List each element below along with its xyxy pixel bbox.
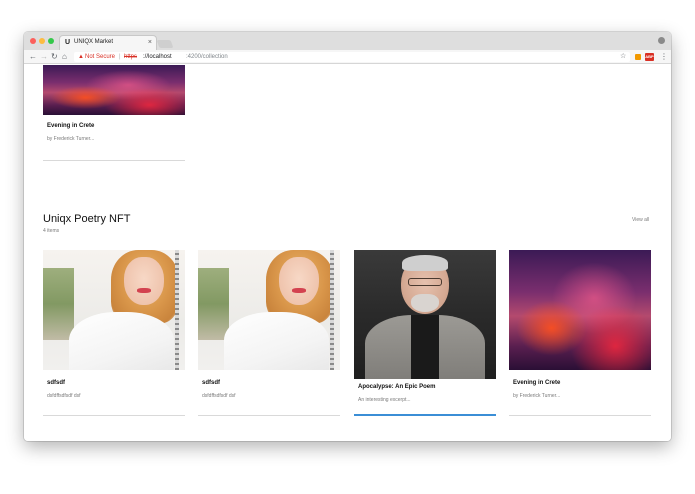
tab-close-icon[interactable]: ×: [148, 38, 152, 47]
forward-arrow-icon[interactable]: →: [40, 51, 48, 63]
top-nft-card[interactable]: Evening in Crete by Frederick Turner...: [43, 65, 185, 195]
card-image: [43, 250, 185, 370]
card-divider: [509, 415, 651, 416]
card-divider: [43, 415, 185, 416]
card-title: Evening in Crete: [513, 380, 561, 386]
card-title: sdfsdf: [202, 380, 220, 386]
browser-toolbar: ← → ↻ ⌂ ▲ Not Secure | https ://localhos…: [24, 50, 671, 64]
crete-artwork: [43, 65, 185, 115]
url-scheme: https: [124, 54, 138, 60]
profile-icon[interactable]: [658, 37, 665, 44]
section-title: Uniqx Poetry NFT: [43, 213, 131, 225]
reload-icon[interactable]: ↻: [51, 51, 58, 63]
nft-card[interactable]: sdfsdf dsfdffsdfsdf dsf: [43, 250, 185, 420]
nft-card[interactable]: sdfsdf dsfdffsdfsdf dsf: [198, 250, 340, 420]
tab-title: UNIQX Market: [74, 39, 114, 45]
section-item-count: 4 items: [43, 228, 60, 234]
minimize-window-button[interactable]: [39, 38, 45, 44]
maximize-window-button[interactable]: [48, 38, 54, 44]
collection-page: Evening in Crete by Frederick Turner... …: [24, 65, 671, 441]
crete-artwork: [509, 250, 651, 370]
card-subtitle: by Frederick Turner...: [513, 393, 561, 399]
bookmark-star-icon[interactable]: ☆: [620, 51, 626, 63]
url-host: ://localhost: [143, 54, 172, 60]
warning-icon: ▲: [78, 54, 84, 60]
portrait-artwork: [43, 250, 185, 370]
card-subtitle: dsfdffsdfsdf dsf: [202, 393, 236, 399]
close-window-button[interactable]: [30, 38, 36, 44]
back-arrow-icon[interactable]: ←: [29, 51, 37, 63]
uniqx-favicon-icon: U: [65, 39, 71, 46]
security-label: Not Secure: [85, 54, 116, 60]
url-separator: |: [119, 54, 121, 60]
author-portrait: [354, 250, 496, 379]
address-bar[interactable]: ▲ Not Secure | https ://localhost :4200/…: [74, 52, 630, 62]
view-all-link[interactable]: View all: [632, 217, 649, 223]
extension-icon[interactable]: [635, 54, 641, 60]
card-title: Evening in Crete: [47, 123, 95, 129]
card-subtitle: by Frederick Turner...: [47, 136, 95, 142]
adblock-extension-icon[interactable]: ABP: [645, 53, 654, 61]
nft-card[interactable]: Evening in Crete by Frederick Turner...: [509, 250, 651, 420]
card-divider: [43, 160, 185, 161]
kebab-menu-icon[interactable]: ⋮: [660, 51, 668, 63]
card-title: sdfsdf: [47, 380, 65, 386]
tab-strip: U UNIQX Market ×: [24, 32, 671, 50]
card-subtitle: dsfdffsdfsdf dsf: [47, 393, 81, 399]
nft-card-active[interactable]: Apocalypse: An Epic Poem An interesting …: [354, 250, 496, 420]
browser-window: U UNIQX Market × ← → ↻ ⌂ ▲ Not Secure | …: [24, 32, 671, 441]
card-title: Apocalypse: An Epic Poem: [358, 384, 436, 390]
new-tab-button[interactable]: [156, 40, 174, 48]
card-active-underline: [354, 414, 496, 416]
card-image: [354, 250, 496, 379]
card-divider: [198, 415, 340, 416]
card-subtitle: An interesting excerpt...: [358, 397, 411, 403]
url-path: :4200/collection: [186, 54, 228, 60]
browser-tab[interactable]: U UNIQX Market ×: [59, 35, 157, 50]
home-icon[interactable]: ⌂: [62, 51, 67, 63]
portrait-artwork: [198, 250, 340, 370]
card-image: [198, 250, 340, 370]
card-image: [43, 65, 185, 115]
card-image: [509, 250, 651, 370]
